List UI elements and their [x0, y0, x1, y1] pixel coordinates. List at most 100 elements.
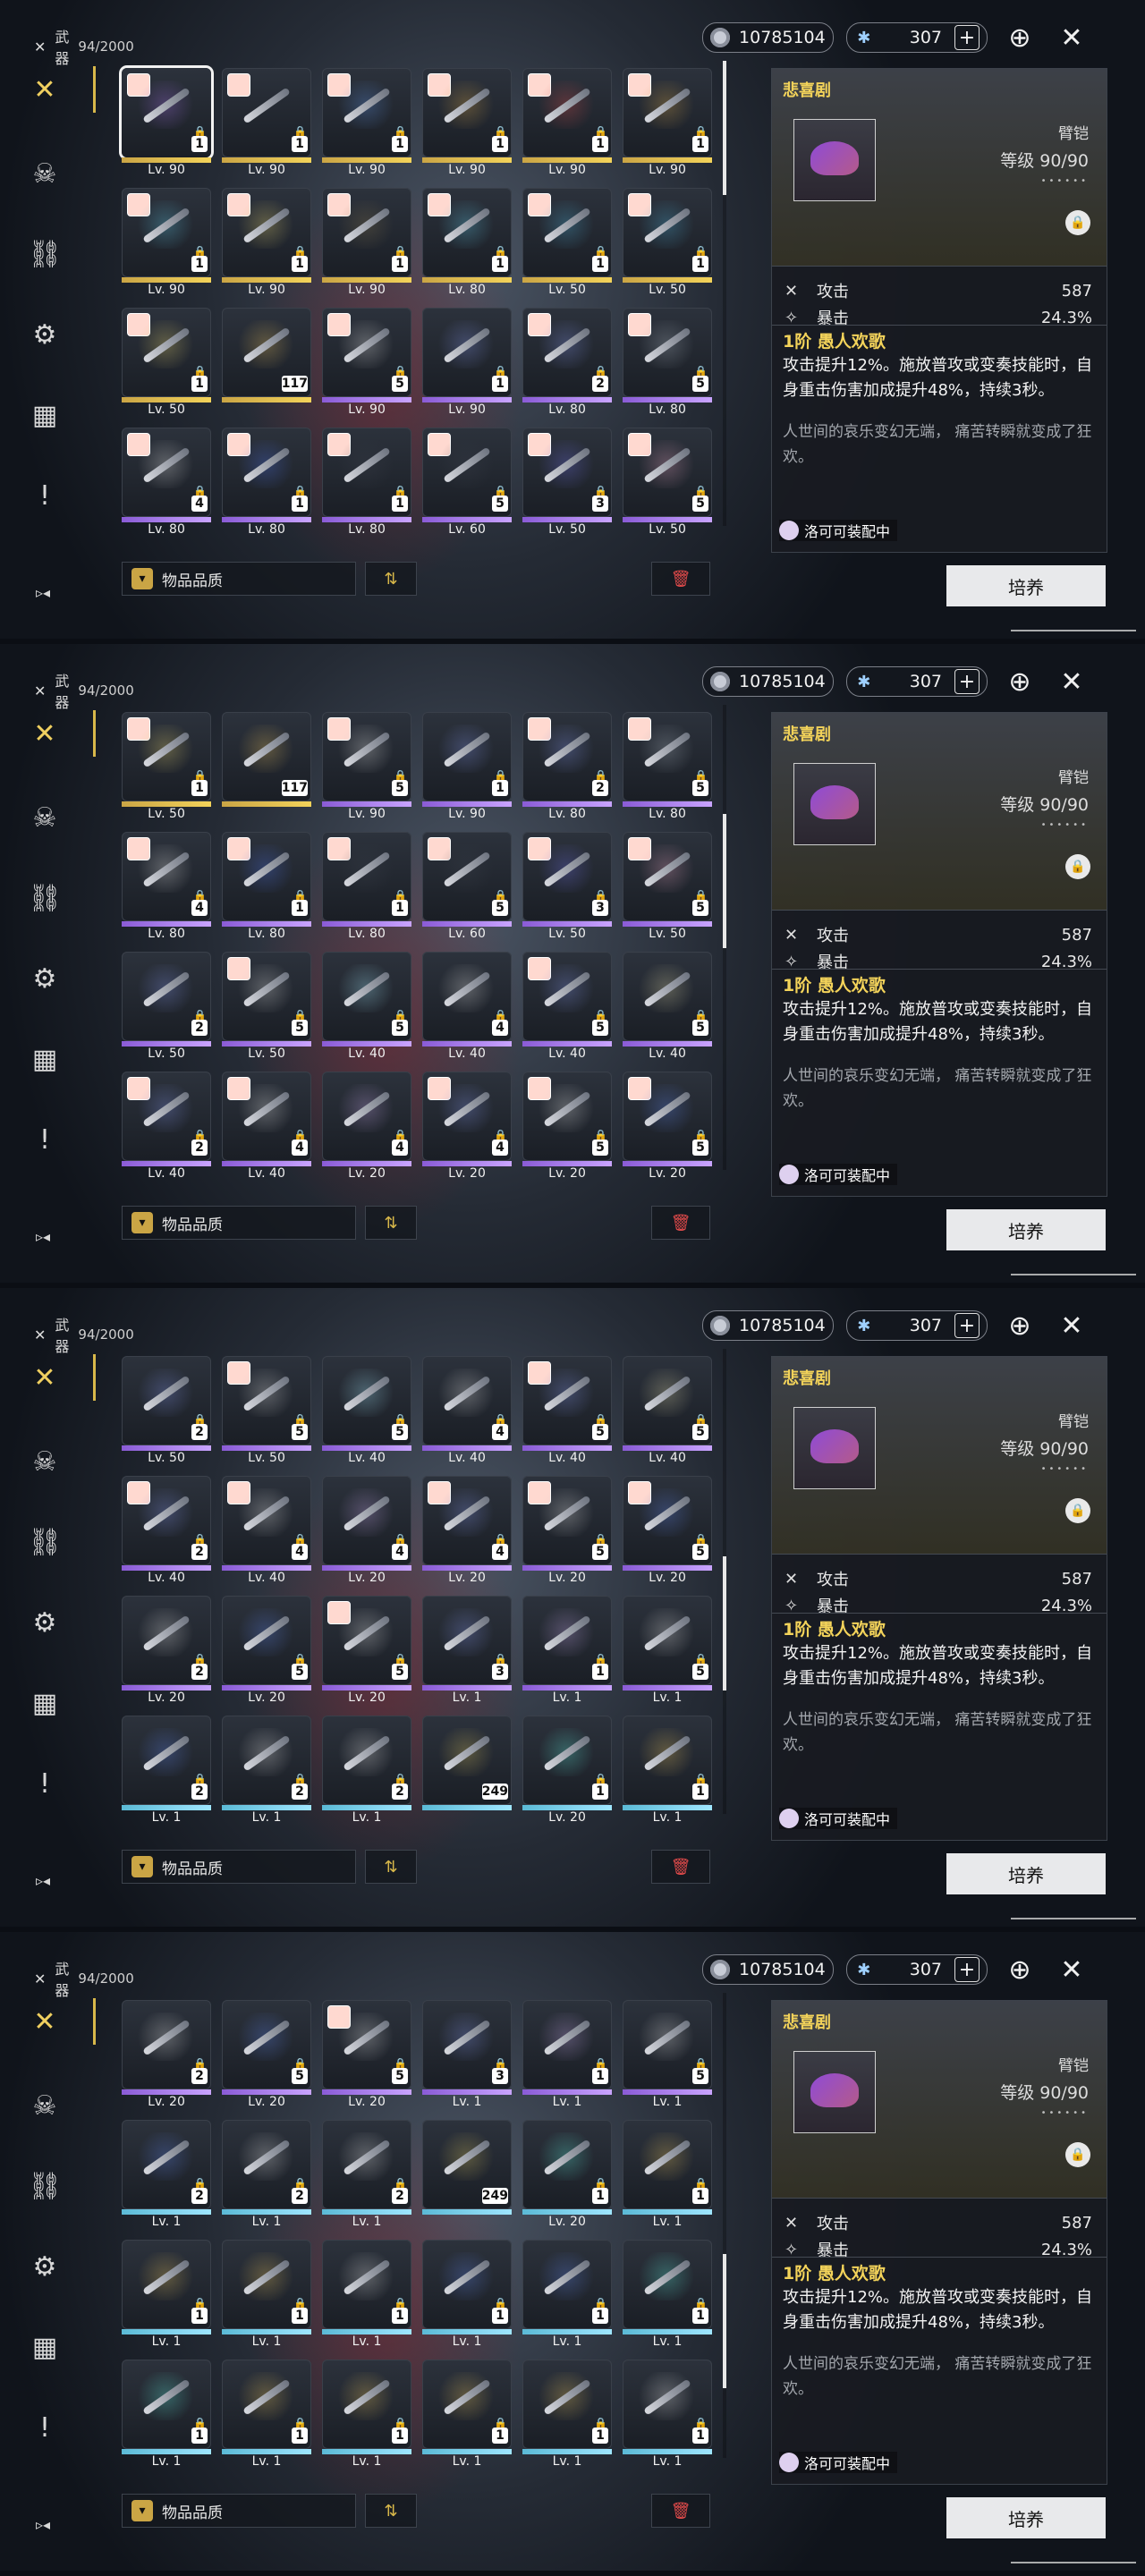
- weapon-card[interactable]: 🔒 5 Lv. 20: [522, 1072, 612, 1181]
- weapon-card[interactable]: 🔒 1 Lv. 1: [522, 2240, 612, 2349]
- weapon-card[interactable]: 🔒 4 Lv. 40: [222, 1476, 311, 1585]
- weapon-card[interactable]: 🔒 5 Lv. 1: [623, 2000, 712, 2109]
- weapon-card[interactable]: 🔒 1 Lv. 90: [422, 308, 512, 417]
- weapon-card[interactable]: 🔒 2 Lv. 1: [222, 1716, 311, 1825]
- lock-toggle-button[interactable]: 🔒: [1065, 2142, 1090, 2167]
- weapon-card[interactable]: 🔒 1 Lv. 1: [122, 2240, 211, 2349]
- weapon-card[interactable]: 🔒 3 Lv. 1: [422, 2000, 512, 2109]
- weapon-card[interactable]: 🔒 1 Lv. 50: [522, 188, 612, 297]
- weapon-card[interactable]: 🔒 1 Lv. 1: [522, 2360, 612, 2469]
- weapon-card[interactable]: 🔒 1 Lv. 90: [122, 188, 211, 297]
- warning-icon[interactable]: !: [25, 1764, 64, 1803]
- weapon-card[interactable]: 🔒 5 Lv. 20: [623, 1072, 712, 1181]
- sort-order-button[interactable]: ⇅: [365, 2494, 417, 2528]
- weapon-card[interactable]: 🔒 5 Lv. 40: [322, 952, 411, 1061]
- warning-icon[interactable]: !: [25, 2408, 64, 2447]
- weapon-card[interactable]: 🔒 5 Lv. 20: [322, 2000, 411, 2109]
- weapon-card[interactable]: 🔒 1 Lv. 1: [522, 2000, 612, 2109]
- weapon-card[interactable]: 🔒 1 Lv. 50: [122, 712, 211, 821]
- weapon-card[interactable]: 🔒 1 Lv. 20: [522, 2120, 612, 2229]
- weapon-card[interactable]: 🔒 5 Lv. 60: [422, 832, 512, 941]
- scrollbar-thumb[interactable]: [723, 61, 726, 195]
- target-icon[interactable]: ⊕: [1000, 18, 1039, 57]
- target-icon[interactable]: ⊕: [1000, 1950, 1039, 1989]
- warning-icon[interactable]: !: [25, 476, 64, 515]
- add-stamina-button[interactable]: +: [954, 25, 980, 50]
- cultivate-button[interactable]: 培养: [946, 1853, 1106, 1894]
- grid-icon[interactable]: ▦: [25, 1039, 64, 1079]
- weapon-card[interactable]: 🔒 1 Lv. 90: [122, 68, 211, 177]
- trash-button[interactable]: 🗑: [651, 1850, 710, 1884]
- weapon-card[interactable]: 🔒 1 Lv. 1: [222, 2240, 311, 2349]
- weapon-card[interactable]: 🔒 5 Lv. 20: [522, 1476, 612, 1585]
- arrows-icon[interactable]: ▹◂: [23, 572, 63, 612]
- scrollbar-thumb[interactable]: [723, 1556, 726, 1690]
- weapon-card[interactable]: 🔒 1 Lv. 90: [222, 188, 311, 297]
- weapon-card[interactable]: 🔒 1 Lv. 1: [623, 1716, 712, 1825]
- close-icon[interactable]: ✕: [1052, 1950, 1091, 1989]
- add-stamina-button[interactable]: +: [954, 669, 980, 694]
- link-icon[interactable]: ⛓: [25, 2166, 64, 2206]
- weapon-card[interactable]: 🔒 1 Lv. 80: [222, 832, 311, 941]
- weapon-icon[interactable]: ✕: [25, 714, 64, 753]
- weapon-card[interactable]: 🔒 2 Lv. 80: [522, 712, 612, 821]
- weapon-card[interactable]: 🔒 2 Lv. 20: [122, 2000, 211, 2109]
- weapon-card[interactable]: 🔒 5 Lv. 50: [623, 428, 712, 537]
- trash-button[interactable]: 🗑: [651, 2494, 710, 2528]
- weapon-card[interactable]: 🔒 5 Lv. 80: [623, 308, 712, 417]
- sort-order-button[interactable]: ⇅: [365, 1850, 417, 1884]
- weapon-card[interactable]: 🔒 1 Lv. 90: [322, 68, 411, 177]
- weapon-card[interactable]: 🔒 5 Lv. 20: [222, 2000, 311, 2109]
- weapon-card[interactable]: 🔒 5 Lv. 20: [222, 1596, 311, 1705]
- link-icon[interactable]: ⛓: [25, 1522, 64, 1562]
- weapon-card[interactable]: 🔒 4 Lv. 20: [422, 1476, 512, 1585]
- weapon-card[interactable]: 🔒 1 Lv. 1: [623, 2120, 712, 2229]
- weapon-card[interactable]: 🔒 1 Lv. 90: [422, 712, 512, 821]
- weapon-card[interactable]: 🔒 2 Lv. 50: [122, 1356, 211, 1465]
- grid-icon[interactable]: ▦: [25, 395, 64, 435]
- weapon-card[interactable]: 🔒 5 Lv. 40: [522, 1356, 612, 1465]
- lock-toggle-button[interactable]: 🔒: [1065, 210, 1090, 235]
- trash-button[interactable]: 🗑: [651, 562, 710, 596]
- weapon-icon[interactable]: ✕: [25, 70, 64, 109]
- scrollbar-thumb[interactable]: [723, 814, 726, 948]
- weapon-card[interactable]: 🔒 5 Lv. 90: [322, 712, 411, 821]
- weapon-card[interactable]: 🔒 4 Lv. 80: [122, 428, 211, 537]
- weapon-card[interactable]: 🔒 5 Lv. 50: [222, 1356, 311, 1465]
- link-icon[interactable]: ⛓: [25, 878, 64, 918]
- weapon-card[interactable]: 🔒 1 Lv. 1: [522, 1596, 612, 1705]
- add-stamina-button[interactable]: +: [954, 1313, 980, 1338]
- close-icon[interactable]: ✕: [1052, 18, 1091, 57]
- weapon-card[interactable]: 🔒 1 Lv. 50: [623, 188, 712, 297]
- weapon-card[interactable]: 🔒 5 Lv. 20: [322, 1596, 411, 1705]
- weapon-card[interactable]: 🔒 3 Lv. 50: [522, 832, 612, 941]
- weapon-card[interactable]: 🔒 1 Lv. 1: [422, 2360, 512, 2469]
- settings-gear-icon[interactable]: ⚙: [25, 2247, 64, 2286]
- sort-order-button[interactable]: ⇅: [365, 562, 417, 596]
- weapon-card[interactable]: 🔒 1 Lv. 1: [623, 2240, 712, 2349]
- weapon-card[interactable]: 🔒 1 Lv. 90: [322, 188, 411, 297]
- sort-dropdown[interactable]: ▾ 物品品质: [122, 562, 356, 596]
- grid-icon[interactable]: ▦: [25, 1683, 64, 1723]
- weapon-card[interactable]: 🔒 4 Lv. 20: [422, 1072, 512, 1181]
- weapon-card[interactable]: 🔒 2 Lv. 40: [122, 1072, 211, 1181]
- weapon-card[interactable]: 🔒 1 Lv. 80: [322, 832, 411, 941]
- cultivate-button[interactable]: 培养: [946, 565, 1106, 606]
- weapon-card[interactable]: 🔒 5 Lv. 50: [623, 832, 712, 941]
- weapon-card[interactable]: 117: [222, 308, 311, 402]
- cultivate-button[interactable]: 培养: [946, 1209, 1106, 1250]
- grid-icon[interactable]: ▦: [25, 2327, 64, 2367]
- weapon-card[interactable]: 🔒 1 Lv. 90: [522, 68, 612, 177]
- weapon-card[interactable]: 🔒 1 Lv. 20: [522, 1716, 612, 1825]
- weapon-card[interactable]: 🔒 3 Lv. 50: [522, 428, 612, 537]
- weapon-card[interactable]: 🔒 2 Lv. 1: [322, 1716, 411, 1825]
- weapon-card[interactable]: 🔒 1 Lv. 90: [422, 68, 512, 177]
- weapon-card[interactable]: 249: [422, 1716, 512, 1810]
- echo-icon[interactable]: ☠: [25, 154, 64, 193]
- add-stamina-button[interactable]: +: [954, 1957, 980, 1982]
- weapon-card[interactable]: 🔒 1 Lv. 90: [623, 68, 712, 177]
- weapon-card[interactable]: 🔒 4 Lv. 40: [422, 952, 512, 1061]
- echo-icon[interactable]: ☠: [25, 2086, 64, 2125]
- weapon-card[interactable]: 🔒 3 Lv. 1: [422, 1596, 512, 1705]
- weapon-card[interactable]: 🔒 1 Lv. 50: [122, 308, 211, 417]
